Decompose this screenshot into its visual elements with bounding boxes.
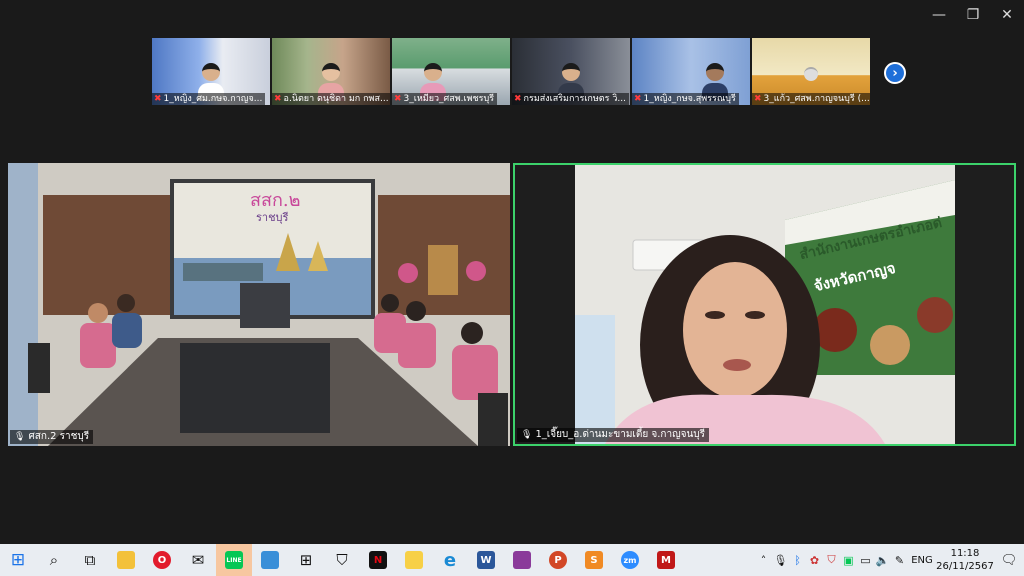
windows-taskbar: ⊞ ⌕ ⧉ O ✉ LINE ⊞ ⛉ N e W P S zm M ˄ 🎙 ᛒ … [0,544,1024,576]
mic-muted-icon: ✖ [514,94,522,104]
participant-name: 1_หญิง_กษจ.สุพรรณบุรี [643,94,736,104]
edge-icon[interactable]: e [432,544,468,576]
mcafee-icon[interactable]: M [648,544,684,576]
sublime-icon[interactable]: S [576,544,612,576]
participant-name: ศสก.2 ราชบุรี [28,431,90,442]
mail-icon[interactable]: ✉ [180,544,216,576]
search-icon[interactable]: ⌕ [36,544,72,576]
participant-thumbnail[interactable]: ✖ 1_หญิง_กษจ.สุพรรณบุรี [632,38,750,105]
participant-video [318,63,344,101]
chevron-up-icon[interactable]: ˄ [755,554,772,567]
participant-video [420,63,447,101]
next-page-button[interactable]: › [884,62,906,84]
winrar-icon[interactable] [504,544,540,576]
participant-name: อ.นิตยา ดนุชิดา มก กพส... [283,94,389,104]
participant-thumbnail[interactable]: ✖ 3_แก้ว_ศสพ.กาญจนบุรี (... [752,38,870,105]
video-tile-meeting-room[interactable]: สสก.๒ ราชบุรี 🎙 ศสก.2 ราชบุรี [8,163,510,446]
mic-muted-icon: ✖ [394,94,402,104]
participant-thumbnail[interactable]: ✖ อ.นิตยา ดนุชิดา มก กพส... [272,38,390,105]
task-view-icon[interactable]: ⧉ [72,544,108,576]
participant-thumbnail[interactable]: ✖ กรมส่งเสริมการเกษตร วิ... [512,38,630,105]
desk-fan [804,67,818,81]
netflix-icon[interactable]: N [360,544,396,576]
participant-name: กรมส่งเสริมการเกษตร วิ... [523,94,626,104]
close-button[interactable]: ✕ [990,0,1024,30]
bluetooth-icon[interactable]: ᛒ [789,554,806,567]
microphone-icon: 🎙 [521,430,533,440]
photos-icon[interactable] [252,544,288,576]
participant-label: 🎙 ศสก.2 ราชบุรี [10,430,94,444]
shield-icon[interactable]: ⛉ [823,553,840,567]
participant-video [701,63,728,101]
participant-video [198,63,224,101]
word-icon[interactable]: W [468,544,504,576]
clock-date: 26/11/2567 [936,561,994,572]
mic-muted-icon: ✖ [274,94,282,104]
participant-video [558,63,584,101]
notification-icon[interactable]: 🗨 [994,553,1024,568]
system-tray: ˄ 🎙 ᛒ ✿ ⛉ ▣ ▭ 🔈 ✎ ENG 11:18 26/11/2567 🗨 [755,544,1024,576]
pen-icon[interactable]: ✎ [891,554,908,567]
restore-button[interactable]: ❐ [956,0,990,30]
participant-thumbnail[interactable]: ✖ 1_หญิง_ศม.กษจ.กาญจ... [152,38,270,105]
minimize-button[interactable]: — [922,0,956,30]
line-tray-icon[interactable]: ▣ [840,554,857,567]
participant-name: 1_เจี๊ยบ_อ.ด่านมะขามเตี้ย จ.กาญจนบุรี [535,429,706,440]
opera-icon[interactable]: O [144,544,180,576]
line-icon[interactable]: LINE [216,544,252,576]
volume-icon[interactable]: 🔈 [874,554,891,567]
speaker-video [515,165,1014,444]
settings-icon[interactable]: ✿ [806,554,823,567]
participant-thumbnail[interactable]: ✖ 3_เหมียว_ศสพ.เพชรบุรี [392,38,510,105]
security-icon[interactable]: ⛉ [324,544,360,576]
clock[interactable]: 11:18 26/11/2567 [936,547,994,573]
participant-label: 🎙 1_เจี๊ยบ_อ.ด่านมะขามเตี้ย จ.กาญจนบุรี [517,428,710,442]
sticky-notes-icon[interactable] [396,544,432,576]
mic-muted-icon: ✖ [754,94,762,104]
mic-muted-icon: ✖ [634,94,642,104]
file-explorer-icon[interactable] [108,544,144,576]
video-tile-active-speaker[interactable]: สำนักงานเกษตรอำเภอด่ จังหวัดกาญจ 🎙 1_เจี… [513,163,1016,446]
participant-name: 3_แก้ว_ศสพ.กาญจนบุรี (... [763,94,870,104]
clock-time: 11:18 [950,548,980,559]
zoom-icon[interactable]: zm [612,544,648,576]
microphone-icon[interactable]: 🎙 [772,554,789,567]
microphone-icon: 🎙 [14,432,26,442]
participant-name: 3_เหมียว_ศสพ.เพชรบุรี [403,94,495,104]
mic-muted-icon: ✖ [154,94,162,104]
app-grid-icon[interactable]: ⊞ [288,544,324,576]
windows-start-icon[interactable]: ⊞ [0,544,36,576]
network-icon[interactable]: ▭ [857,554,874,567]
powerpoint-icon[interactable]: P [540,544,576,576]
banner-subtitle: ราชบุรี [256,211,289,224]
participant-name: 1_หญิง_ศม.กษจ.กาญจ... [163,94,263,104]
window-controls: — ❐ ✕ [922,0,1024,30]
participant-strip: ✖ 1_หญิง_ศม.กษจ.กาญจ... ✖ อ.นิตยา ดนุชิดา … [152,38,870,105]
language-indicator[interactable]: ENG [908,555,936,566]
